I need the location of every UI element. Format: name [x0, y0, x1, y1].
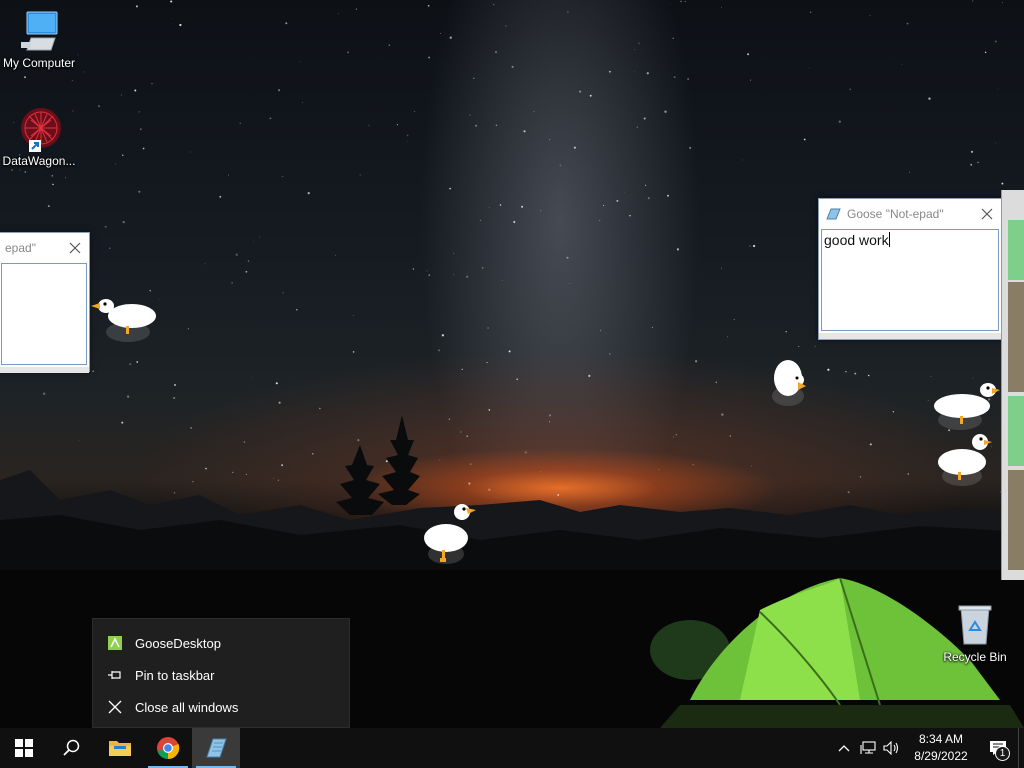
chrome-button[interactable] [144, 728, 192, 768]
network-button[interactable] [856, 728, 880, 768]
clock-time: 8:34 AM [918, 732, 964, 746]
notepad-icon [206, 738, 227, 758]
system-tray: 8:34 AM 8/29/2022 1 [832, 728, 1024, 768]
desktop-icon-recycle-bin[interactable]: Recycle Bin [936, 602, 1014, 664]
jumplist-item-goosedesktop[interactable]: GooseDesktop [93, 627, 349, 659]
window-titlebar[interactable]: epad" [0, 233, 89, 263]
goose-notepad-taskbar-button[interactable] [192, 728, 240, 768]
windows-logo-icon [15, 739, 33, 757]
show-hidden-icons-button[interactable] [832, 728, 856, 768]
jumplist-item-label: Pin to taskbar [135, 667, 215, 683]
window-titlebar[interactable]: Goose "Not-epad" [819, 199, 1001, 229]
notepad-text-area[interactable] [1, 263, 87, 365]
desktop-icon-label: My Computer [2, 56, 76, 70]
folder-icon [109, 741, 131, 756]
notepad-icon [826, 208, 841, 220]
network-icon [860, 741, 876, 754]
goose-sprite[interactable] [930, 378, 1002, 434]
window-title: Goose "Not-epad" [847, 207, 944, 221]
jumplist-item-label: GooseDesktop [135, 635, 221, 651]
cropped-window-right[interactable] [1001, 190, 1024, 580]
close-icon [107, 699, 123, 715]
action-center-button[interactable]: 1 [978, 728, 1018, 768]
window-title: epad" [5, 241, 36, 255]
goose-sprite[interactable] [88, 292, 160, 348]
close-button[interactable] [977, 204, 997, 224]
close-button[interactable] [65, 238, 85, 258]
jumplist-item-label: Close all windows [135, 699, 239, 715]
jumplist-item-pin-to-taskbar[interactable]: Pin to taskbar [93, 659, 349, 691]
window-bottom-edge [0, 367, 89, 373]
recycle-bin-icon [958, 605, 992, 645]
desktop-icon-my-computer[interactable]: My Computer [0, 8, 78, 70]
goose-notepad-window-left[interactable]: epad" [0, 232, 90, 373]
jumplist-item-close-all-windows[interactable]: Close all windows [93, 691, 349, 723]
desktop-icon-datawagon[interactable]: DataWagon... [0, 106, 78, 168]
computer-icon [21, 11, 58, 51]
notepad-text-area[interactable]: good work [821, 229, 999, 331]
clock[interactable]: 8:34 AM 8/29/2022 [904, 731, 978, 765]
chrome-icon [157, 737, 180, 760]
goose-notepad-window[interactable]: Goose "Not-epad" good work [818, 198, 1002, 340]
goose-app-icon [107, 635, 123, 651]
show-desktop-button[interactable] [1018, 728, 1024, 768]
search-icon [63, 739, 80, 756]
close-icon [981, 208, 993, 220]
desktop-icon-label: Recycle Bin [943, 650, 1007, 664]
goose-sprite[interactable] [934, 428, 998, 488]
volume-icon [883, 741, 899, 755]
goose-sprite[interactable] [420, 500, 480, 568]
volume-button[interactable] [880, 728, 904, 768]
start-button[interactable] [0, 728, 48, 768]
notepad-text: good work [824, 232, 889, 248]
text-cursor [888, 232, 890, 247]
chevron-up-icon [838, 745, 850, 752]
pin-icon [107, 667, 123, 683]
file-explorer-button[interactable] [96, 728, 144, 768]
search-button[interactable] [48, 728, 96, 768]
close-icon [69, 242, 81, 254]
notification-count-badge: 1 [995, 746, 1010, 761]
goose-sprite[interactable] [768, 354, 812, 410]
taskbar-jump-list: GooseDesktop Pin to taskbar Close all wi… [92, 618, 350, 728]
taskbar: 8:34 AM 8/29/2022 1 [0, 728, 1024, 768]
datawagon-icon [21, 108, 61, 152]
desktop-icon-label: DataWagon... [2, 154, 76, 168]
clock-date: 8/29/2022 [914, 749, 968, 763]
window-bottom-edge [819, 333, 1001, 339]
